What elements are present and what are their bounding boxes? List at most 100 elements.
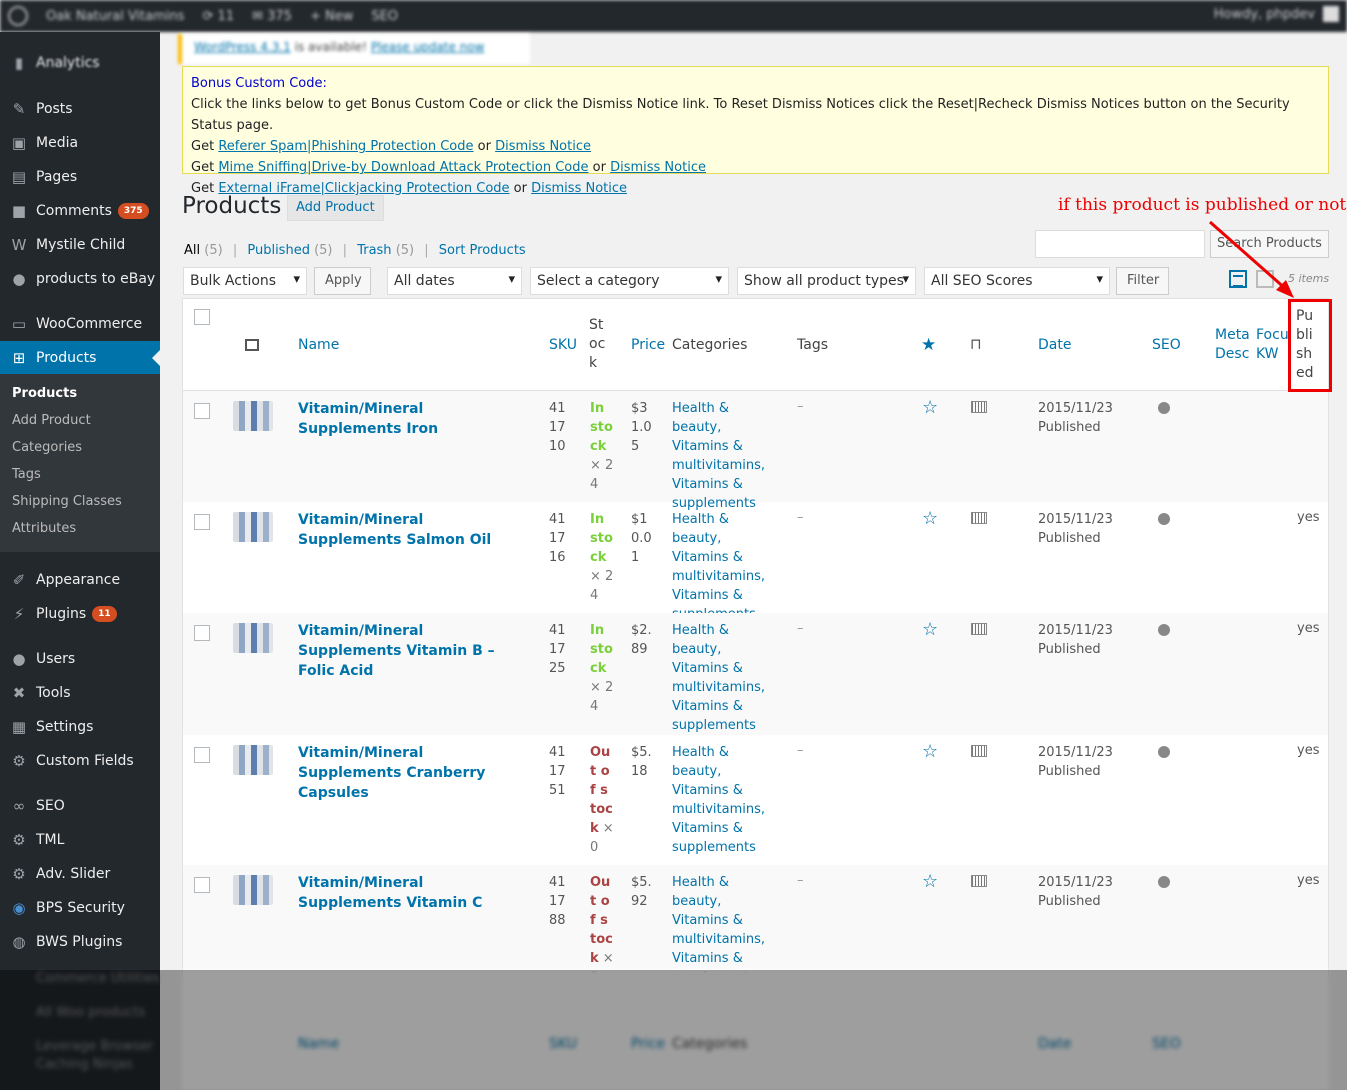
sidebar-item-bws-plugins[interactable]: ◍ BWS Plugins bbox=[0, 925, 160, 959]
seo-scores-select[interactable]: All SEO Scores bbox=[924, 267, 1110, 295]
comments-link[interactable]: ✉ 375 bbox=[252, 9, 292, 24]
seo-score-dot bbox=[1158, 513, 1170, 525]
sidebar-item-tml[interactable]: ⚙ TML bbox=[0, 823, 160, 857]
sidebar-item-posts[interactable]: ✎ Posts bbox=[0, 92, 160, 126]
sidebar-item-products[interactable]: ⊞ Products bbox=[0, 341, 160, 375]
sidebar-item-comments[interactable]: ■ Comments 375 bbox=[0, 194, 160, 228]
add-product-button[interactable]: Add Product bbox=[287, 195, 384, 221]
cart-icon: ⊞ bbox=[12, 349, 26, 367]
row-checkbox[interactable] bbox=[194, 625, 210, 641]
featured-star-icon[interactable]: ☆ bbox=[922, 399, 938, 417]
wordpress-logo-icon[interactable] bbox=[8, 6, 28, 26]
product-name-link[interactable]: Vitamin/Mineral Supplements Cranberry Ca… bbox=[298, 743, 523, 803]
sidebar-item-mystile-child[interactable]: W Mystile Child bbox=[0, 228, 160, 262]
site-name-link[interactable]: Oak Natural Vitamins bbox=[46, 9, 185, 24]
update-now-link[interactable]: Please update now bbox=[371, 40, 485, 54]
product-name-link[interactable]: Vitamin/Mineral Supplements Vitamin C bbox=[298, 873, 523, 913]
product-type-select[interactable]: Show all product types bbox=[737, 267, 916, 295]
update-version-link[interactable]: WordPress 4.3.1 bbox=[194, 40, 291, 54]
submenu-categories[interactable]: Categories bbox=[12, 440, 82, 455]
filter-trash-link[interactable]: Trash bbox=[357, 243, 391, 258]
sidebar-item-settings[interactable]: ▦ Settings bbox=[0, 710, 160, 744]
sidebar-item-media[interactable]: ▣ Media bbox=[0, 126, 160, 160]
apply-button[interactable]: Apply bbox=[314, 267, 371, 295]
dismiss-notice-link[interactable]: Dismiss Notice bbox=[495, 139, 591, 154]
product-thumbnail[interactable] bbox=[233, 875, 273, 905]
product-name-link[interactable]: Vitamin/Mineral Supplements Salmon Oil bbox=[298, 510, 523, 550]
bulk-actions-select[interactable]: Bulk Actions bbox=[183, 267, 307, 295]
product-thumbnail[interactable] bbox=[233, 623, 273, 653]
submenu-tags[interactable]: Tags bbox=[12, 467, 41, 482]
featured-star-icon[interactable]: ☆ bbox=[922, 510, 938, 528]
mime-sniffing-link[interactable]: Mime Sniffing|Drive-by Download Attack P… bbox=[218, 160, 588, 175]
column-name[interactable]: Name bbox=[298, 336, 339, 355]
filter-published-link[interactable]: Published bbox=[247, 243, 310, 258]
sidebar-item-pages[interactable]: ▤ Pages bbox=[0, 160, 160, 194]
seo-adminbar-link[interactable]: SEO bbox=[371, 9, 398, 24]
product-date: 2015/11/23 Published bbox=[1038, 743, 1113, 781]
product-thumbnail[interactable] bbox=[233, 401, 273, 431]
products-table: Name SKU Stock Price Categories Tags ★ ⊓… bbox=[182, 298, 1329, 985]
comment-icon: ■ bbox=[11, 202, 27, 220]
sidebar-item-adv-slider[interactable]: ⚙ Adv. Slider bbox=[0, 857, 160, 891]
product-price: $31.05 bbox=[631, 401, 652, 454]
product-thumbnail[interactable] bbox=[233, 512, 273, 542]
sidebar-item-seo[interactable]: ∞ SEO bbox=[0, 789, 160, 823]
sidebar-item-woocommerce[interactable]: ▭ WooCommerce bbox=[0, 307, 160, 341]
sidebar-item-tools[interactable]: ✖ Tools bbox=[0, 676, 160, 710]
select-all-checkbox[interactable] bbox=[194, 309, 210, 325]
product-categories[interactable]: Health & beauty, Vitamins & multivitamin… bbox=[672, 510, 782, 624]
column-sku[interactable]: SKU bbox=[549, 336, 577, 355]
stock-status: In stock bbox=[590, 512, 613, 565]
column-meta-desc[interactable]: Meta Desc bbox=[1215, 326, 1249, 364]
sort-products-link[interactable]: Sort Products bbox=[439, 243, 526, 258]
referer-spam-link[interactable]: Referer Spam|Phishing Protection Code bbox=[218, 139, 473, 154]
featured-star-icon[interactable]: ☆ bbox=[922, 621, 938, 639]
product-type-icon bbox=[971, 745, 987, 757]
product-name-link[interactable]: Vitamin/Mineral Supplements Iron bbox=[298, 399, 523, 439]
featured-star-icon[interactable]: ☆ bbox=[922, 873, 938, 891]
column-focus-kw[interactable]: Focus KW bbox=[1256, 326, 1290, 364]
products-submenu: Products Add Product Categories Tags Shi… bbox=[0, 374, 160, 552]
row-checkbox[interactable] bbox=[194, 747, 210, 763]
sidebar-item-plugins[interactable]: ⚡ Plugins 11 bbox=[0, 597, 160, 631]
sidebar-item-analytics[interactable]: ▮ Analytics bbox=[0, 50, 160, 76]
column-stock: Stock bbox=[589, 317, 606, 371]
product-categories[interactable]: Health & beauty, Vitamins & multivitamin… bbox=[672, 399, 782, 513]
row-checkbox[interactable] bbox=[194, 877, 210, 893]
category-select[interactable]: Select a category bbox=[530, 267, 729, 295]
sidebar-item-appearance[interactable]: ✐ Appearance bbox=[0, 563, 160, 597]
product-name-link[interactable]: Vitamin/Mineral Supplements Vitamin B – … bbox=[298, 621, 523, 681]
updates-link[interactable]: ⟳ 11 bbox=[203, 9, 235, 24]
dismiss-notice-link[interactable]: Dismiss Notice bbox=[531, 181, 627, 196]
product-categories[interactable]: Health & beauty, Vitamins & multivitamin… bbox=[672, 621, 782, 735]
submenu-products[interactable]: Products bbox=[12, 386, 77, 401]
row-checkbox[interactable] bbox=[194, 403, 210, 419]
sidebar-item-bps-security[interactable]: ◉ BPS Security bbox=[0, 891, 160, 925]
dismiss-notice-link[interactable]: Dismiss Notice bbox=[610, 160, 706, 175]
search-products-input[interactable] bbox=[1035, 230, 1205, 258]
featured-column-star-icon[interactable]: ★ bbox=[921, 335, 936, 355]
filter-all-link[interactable]: All bbox=[184, 243, 200, 258]
product-thumbnail[interactable] bbox=[233, 745, 273, 775]
submenu-shipping-classes[interactable]: Shipping Classes bbox=[12, 494, 122, 509]
product-categories[interactable]: Health & beauty, Vitamins & multivitamin… bbox=[672, 743, 782, 857]
column-date[interactable]: Date bbox=[1038, 336, 1071, 355]
sidebar-item-products-to-ebay[interactable]: ● products to eBay bbox=[0, 262, 160, 296]
column-seo[interactable]: SEO bbox=[1152, 336, 1181, 355]
new-content-link[interactable]: + New bbox=[310, 9, 353, 24]
my-account[interactable]: Howdy, phpdev bbox=[1214, 6, 1339, 22]
column-price[interactable]: Price bbox=[631, 336, 665, 355]
featured-star-icon[interactable]: ☆ bbox=[922, 743, 938, 761]
howdy-text: Howdy, phpdev bbox=[1213, 6, 1315, 22]
wrench-icon: ✖ bbox=[12, 684, 26, 702]
sidebar-item-users[interactable]: ● Users bbox=[0, 642, 160, 676]
admin-bar: Oak Natural Vitamins ⟳ 11 ✉ 375 + New SE… bbox=[0, 0, 1347, 32]
row-checkbox[interactable] bbox=[194, 514, 210, 530]
user-icon: ● bbox=[12, 650, 26, 668]
dates-select[interactable]: All dates bbox=[387, 267, 522, 295]
filter-button[interactable]: Filter bbox=[1116, 267, 1169, 295]
submenu-attributes[interactable]: Attributes bbox=[12, 521, 76, 536]
sidebar-item-custom-fields[interactable]: ⚙ Custom Fields bbox=[0, 744, 160, 778]
submenu-add-product[interactable]: Add Product bbox=[12, 413, 91, 428]
